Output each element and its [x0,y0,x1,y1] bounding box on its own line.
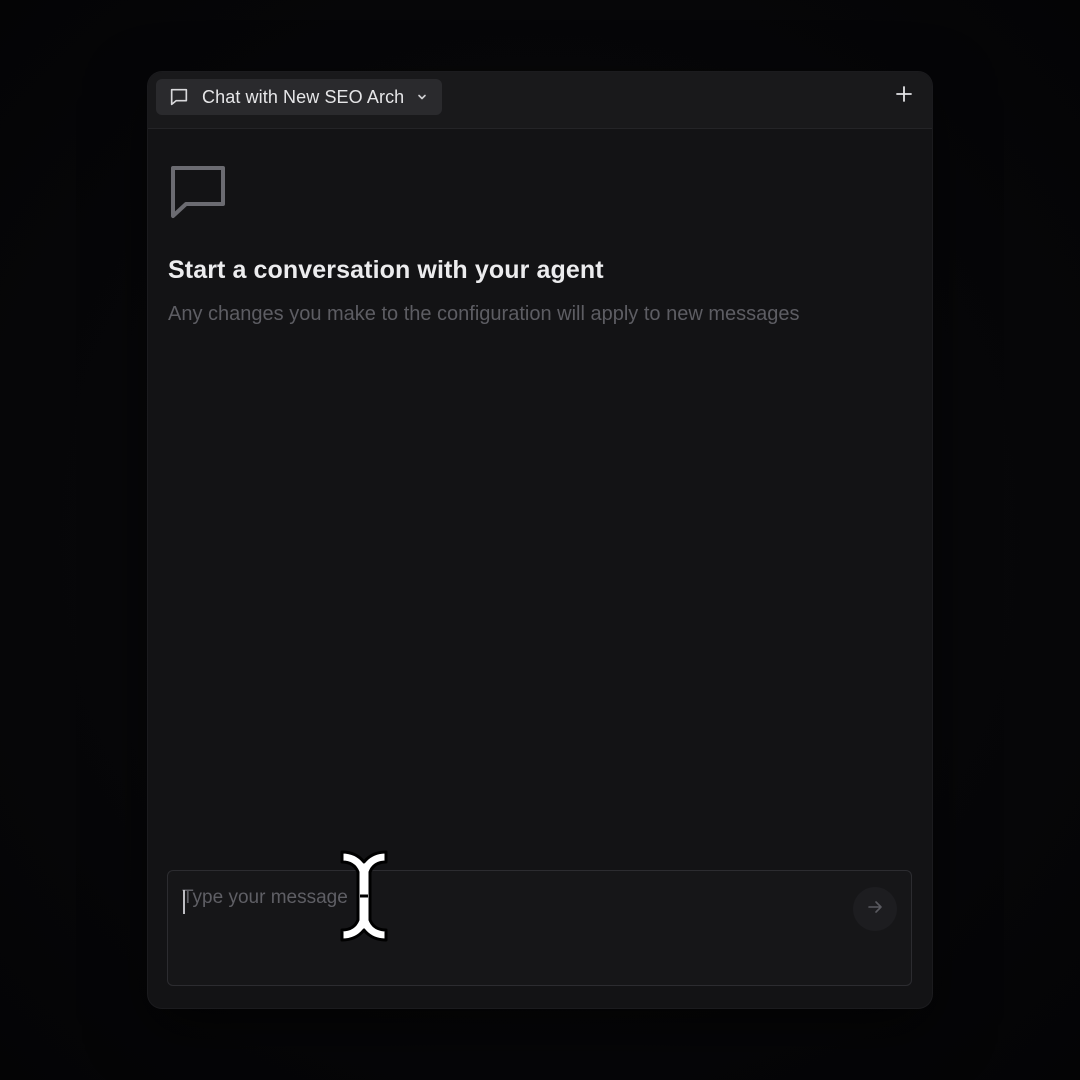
empty-state-title: Start a conversation with your agent [168,256,604,284]
chat-header: Chat with New SEO Arch [148,72,932,129]
text-caret [183,890,185,914]
message-composer [167,870,912,986]
desktop-background: Chat with New SEO Arch Start a conversat… [0,0,1080,1080]
arrow-right-icon [866,898,884,921]
message-input[interactable] [182,887,822,967]
message-square-icon [168,86,190,108]
empty-state-subtitle: Any changes you make to the configuratio… [168,303,800,325]
empty-state: Start a conversation with your agent Any… [168,164,912,326]
send-button[interactable] [853,887,897,931]
chat-panel: Chat with New SEO Arch Start a conversat… [148,72,932,1008]
chat-selector-dropdown[interactable]: Chat with New SEO Arch [156,79,443,115]
plus-icon [895,85,913,108]
chat-title: Chat with New SEO Arch [202,86,405,107]
new-chat-button[interactable] [892,84,916,108]
message-square-icon [168,164,912,220]
chevron-down-icon [416,91,428,103]
